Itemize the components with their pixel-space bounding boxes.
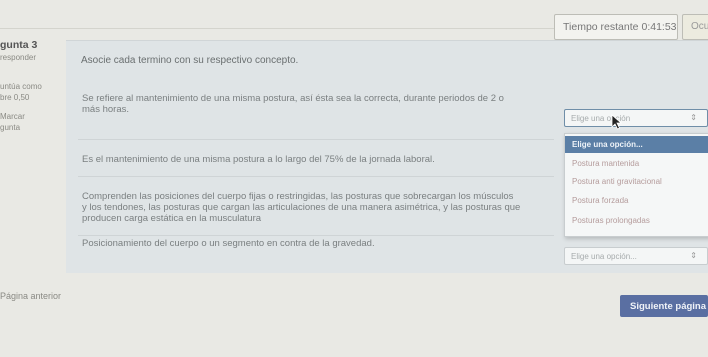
match-item-1-line2: más horas. — [82, 104, 129, 115]
timer-box: Tiempo restante 0:41:53 — [554, 14, 678, 40]
hide-timer-button[interactable]: Ocu — [682, 14, 708, 40]
select-dropdown-list: Elige una opción... Postura mantenida Po… — [564, 133, 708, 237]
chevron-down-icon: ⇕ — [690, 113, 697, 122]
match-item-3-line3: producen carga estática en la musculatur… — [82, 213, 262, 224]
dropdown-option-postura-mantenida[interactable]: Postura mantenida — [565, 155, 708, 172]
match-item-4: Posicionamiento del cuerpo o un segmento… — [82, 238, 375, 249]
dropdown-option-postura-anti-gravitacional[interactable]: Postura anti gravitacional — [565, 173, 708, 190]
match-select-4-value: Elige una opción... — [571, 252, 637, 261]
item-divider — [78, 235, 554, 236]
dropdown-option-posturas-prolongadas[interactable]: Posturas prolongadas — [565, 212, 708, 229]
match-item-3-line2: y los tendones, las posturas que cargan … — [82, 202, 521, 213]
next-page-button[interactable]: Siguiente página — [620, 295, 708, 317]
chevron-down-icon: ⇕ — [690, 251, 697, 260]
dropdown-option-postura-forzada[interactable]: Postura forzada — [565, 192, 708, 209]
previous-page-link[interactable]: Página anterior — [0, 291, 61, 301]
match-select-1[interactable]: Elige una opción ⇕ — [564, 109, 708, 127]
item-divider — [78, 139, 554, 140]
match-item-2: Es el mantenimiento de una misma postura… — [82, 154, 435, 165]
timer-label: Tiempo restante — [563, 21, 639, 33]
question-points-line1: untúa como — [0, 82, 42, 91]
mouse-cursor-icon — [611, 114, 623, 130]
top-divider — [0, 28, 554, 29]
match-item-1-line1: Se refiere al mantenimiento de una misma… — [82, 93, 504, 104]
flag-question-link[interactable]: Marcar — [0, 111, 64, 122]
question-status: responder — [0, 53, 37, 62]
question-points-line2: bre 0,50 — [0, 93, 30, 102]
flag-question-link-2[interactable]: gunta — [0, 122, 64, 133]
question-prompt: Asocie cada termino con su respectivo co… — [81, 55, 299, 66]
match-item-3-line1: Comprenden las posiciones del cuerpo fij… — [82, 191, 514, 202]
match-item-1: Se refiere al mantenimiento de una misma… — [82, 93, 504, 115]
question-panel: Asocie cada termino con su respectivo co… — [66, 40, 708, 273]
timer-value: 0:41:53 — [641, 21, 677, 33]
question-info: gunta 3 responder untúa como bre 0,50 Ma… — [0, 40, 64, 133]
match-select-4[interactable]: Elige una opción... ⇕ — [564, 247, 708, 265]
item-divider — [78, 176, 554, 177]
dropdown-option-placeholder[interactable]: Elige una opción... — [565, 136, 708, 153]
question-number: gunta 3 — [0, 39, 38, 51]
match-item-3: Comprenden las posiciones del cuerpo fij… — [82, 191, 520, 224]
